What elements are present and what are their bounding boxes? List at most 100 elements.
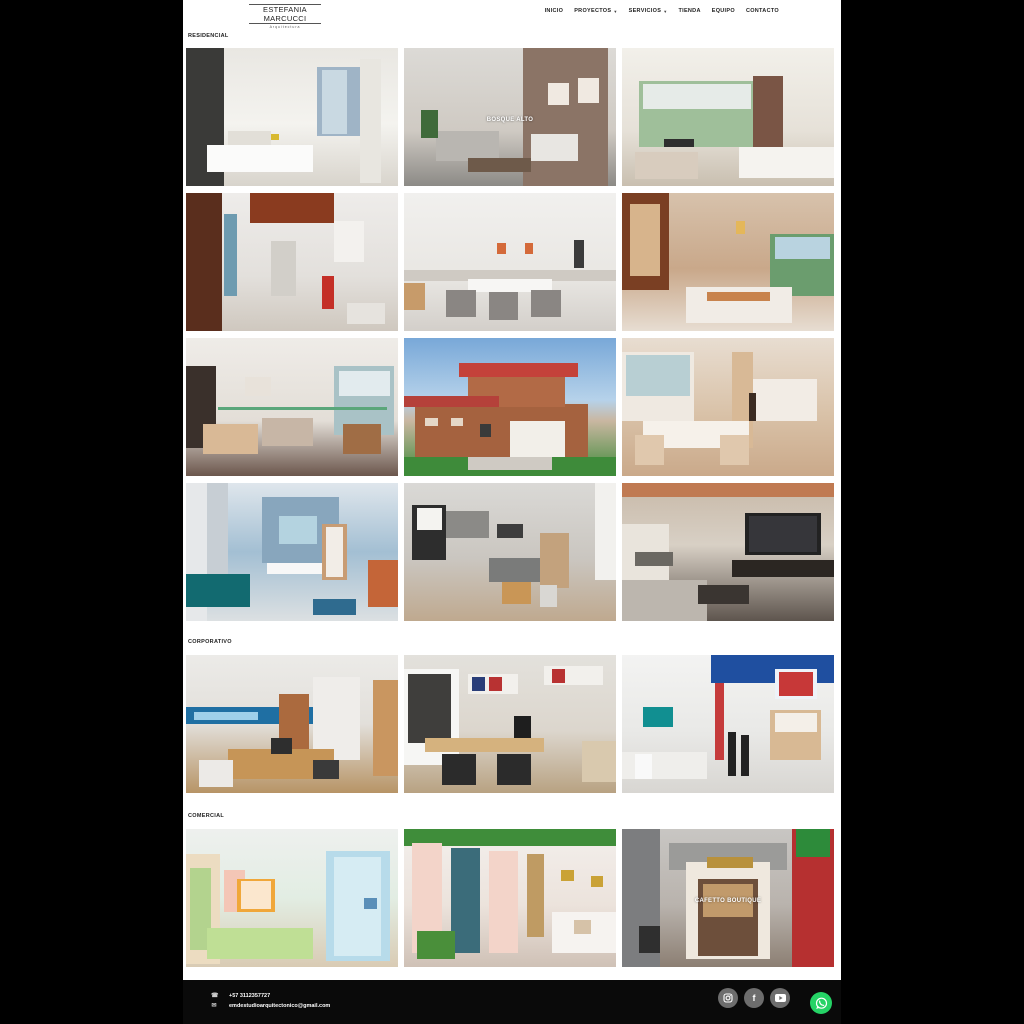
photo-detail bbox=[643, 707, 673, 727]
photo-detail bbox=[634, 151, 699, 180]
photo-detail bbox=[202, 423, 259, 454]
project-tile[interactable] bbox=[622, 483, 834, 621]
photo-detail bbox=[325, 527, 343, 577]
nav-item-proyectos[interactable]: PROYECTOS ▼ bbox=[574, 8, 617, 14]
logo[interactable]: ESTEFANIA MARCUCCI Arquitectura bbox=[249, 4, 321, 29]
photo-detail bbox=[372, 679, 398, 777]
phone-icon: ☎ bbox=[211, 993, 219, 999]
photo-detail bbox=[446, 289, 477, 318]
site-header: ESTEFANIA MARCUCCI Arquitectura INICIO PR… bbox=[183, 0, 841, 29]
project-tile[interactable] bbox=[404, 655, 616, 793]
photo-detail bbox=[524, 242, 534, 254]
photo-detail bbox=[416, 507, 443, 530]
project-tile[interactable] bbox=[404, 483, 616, 621]
nav-label: CONTACTO bbox=[745, 8, 779, 14]
photo-detail bbox=[497, 524, 523, 539]
photo-detail bbox=[732, 560, 834, 577]
contact-email[interactable]: ✉ emdestudioarquitectonico@gmail.com bbox=[211, 1002, 330, 1010]
project-tile[interactable] bbox=[186, 48, 398, 186]
photo-detail bbox=[249, 193, 335, 224]
photo-detail bbox=[435, 130, 500, 162]
project-caption: CAFETTO BOUTIQUE bbox=[694, 898, 762, 904]
photo-detail bbox=[497, 754, 532, 785]
photo-detail bbox=[459, 362, 578, 377]
chevron-down-icon: ▼ bbox=[613, 8, 618, 14]
photo-detail bbox=[313, 759, 339, 780]
youtube-icon[interactable] bbox=[770, 988, 790, 1008]
project-tile[interactable] bbox=[404, 193, 616, 331]
photo-detail bbox=[719, 434, 750, 465]
photo-detail bbox=[359, 59, 382, 184]
photo-detail bbox=[552, 668, 566, 683]
chevron-down-icon: ▼ bbox=[663, 8, 668, 14]
instagram-icon[interactable] bbox=[718, 988, 738, 1008]
photo-detail bbox=[450, 848, 481, 954]
contact-phone[interactable]: ☎ +57 3112357727 bbox=[211, 992, 271, 1000]
project-tile[interactable]: BOSQUE ALTO bbox=[404, 48, 616, 186]
photo-detail bbox=[313, 677, 360, 760]
project-grid-comercial: CAFETTO BOUTIQUE bbox=[186, 829, 838, 967]
photo-detail bbox=[749, 516, 818, 552]
project-tile[interactable]: CAFETTO BOUTIQUE bbox=[622, 829, 834, 967]
photo-detail bbox=[425, 737, 544, 752]
project-tile[interactable] bbox=[186, 193, 398, 331]
project-tile[interactable] bbox=[622, 655, 834, 793]
photo-detail bbox=[245, 376, 271, 396]
photo-detail bbox=[736, 220, 745, 235]
photo-detail bbox=[442, 754, 477, 785]
photo-detail bbox=[488, 677, 502, 691]
photo-detail bbox=[706, 856, 754, 868]
photo-detail bbox=[778, 671, 813, 697]
whatsapp-icon[interactable] bbox=[810, 992, 832, 1014]
photo-detail bbox=[217, 407, 388, 410]
project-tile[interactable] bbox=[622, 338, 834, 476]
photo-detail bbox=[404, 395, 500, 407]
page-content: ESTEFANIA MARCUCCI Arquitectura INICIO PR… bbox=[183, 0, 841, 980]
photo-detail bbox=[262, 418, 314, 446]
photo-detail bbox=[186, 193, 223, 331]
nav-item-contacto[interactable]: CONTACTO bbox=[746, 8, 779, 14]
section-title-comercial: COMERCIAL bbox=[188, 813, 225, 819]
project-tile[interactable] bbox=[186, 655, 398, 793]
photo-detail bbox=[753, 75, 784, 159]
nav-item-tienda[interactable]: TIENDA bbox=[678, 8, 700, 14]
photo-detail bbox=[334, 220, 365, 262]
photo-detail bbox=[577, 78, 600, 104]
photo-detail bbox=[698, 585, 750, 605]
photo-detail bbox=[560, 870, 574, 882]
photo-detail bbox=[531, 133, 578, 162]
nav-item-servicios[interactable]: SERVICIOS ▼ bbox=[629, 8, 668, 14]
photo-detail bbox=[643, 83, 752, 109]
photo-detail bbox=[630, 204, 661, 276]
photo-detail bbox=[450, 418, 464, 427]
nav-label: EQUIPO bbox=[711, 8, 735, 14]
photo-detail bbox=[207, 144, 314, 173]
photo-detail bbox=[573, 239, 585, 268]
project-tile[interactable] bbox=[404, 829, 616, 967]
phone-number: +57 3112357727 bbox=[229, 992, 271, 999]
photo-detail bbox=[774, 237, 830, 260]
logo-name: ESTEFANIA MARCUCCI bbox=[249, 4, 321, 24]
project-tile[interactable] bbox=[186, 338, 398, 476]
site-footer: ☎ +57 3112357727 ✉ emdestudioarquitecton… bbox=[183, 980, 841, 1024]
project-tile[interactable] bbox=[404, 338, 616, 476]
section-title-corporativo: CORPORATIVO bbox=[188, 639, 232, 645]
photo-detail bbox=[488, 851, 519, 954]
project-tile[interactable] bbox=[186, 829, 398, 967]
photo-detail bbox=[526, 853, 544, 937]
project-tile[interactable] bbox=[622, 48, 834, 186]
nav-item-inicio[interactable]: INICIO bbox=[545, 8, 564, 14]
project-tile[interactable] bbox=[622, 193, 834, 331]
photo-detail bbox=[634, 754, 652, 780]
project-tile[interactable] bbox=[186, 483, 398, 621]
photo-detail bbox=[186, 574, 250, 608]
facebook-icon[interactable]: f bbox=[744, 988, 764, 1008]
photo-detail bbox=[795, 829, 830, 857]
nav-item-equipo[interactable]: EQUIPO bbox=[712, 8, 735, 14]
photo-detail bbox=[738, 147, 834, 178]
photo-detail bbox=[488, 292, 519, 320]
photo-detail bbox=[471, 677, 485, 691]
photo-detail bbox=[368, 560, 398, 608]
photo-detail bbox=[338, 371, 390, 396]
photo-detail bbox=[467, 158, 532, 173]
